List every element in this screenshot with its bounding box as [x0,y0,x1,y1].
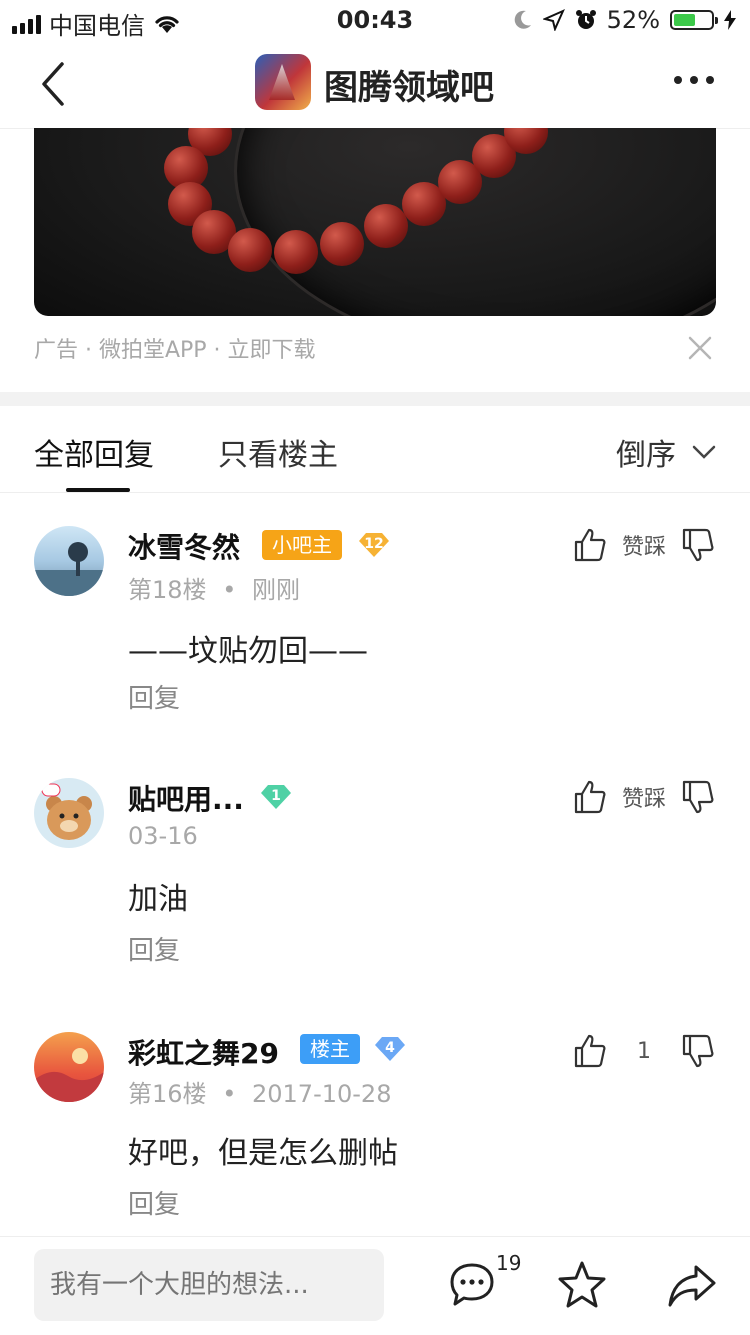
section-divider [0,392,750,406]
vote-label: 赞踩 [621,535,666,560]
avatar[interactable] [34,778,104,848]
charging-icon [724,10,736,30]
reply-input[interactable] [34,1249,384,1321]
reply-button[interactable]: 回复 [128,1184,180,1221]
vote-controls: 赞踩 [574,780,714,814]
sort-toggle[interactable]: 倒序 [616,430,716,474]
floor-number: 第16楼 [128,1080,207,1108]
comment-icon[interactable] [446,1259,498,1311]
battery-icon [670,10,718,30]
chevron-down-icon [692,445,716,459]
level-badge: 12 [358,532,390,558]
comment-count: 19 [496,1251,522,1275]
close-icon[interactable] [686,334,714,362]
sort-label: 倒序 [616,438,676,473]
moon-icon [514,10,531,29]
reply-content: ——坟贴勿回—— [128,634,368,669]
status-bar: 中国电信 00:43 52% [0,0,750,40]
thumbs-down-icon[interactable] [682,780,714,814]
moderator-badge: 小吧主 [262,530,342,560]
star-icon[interactable] [556,1259,608,1311]
more-options-icon[interactable] [674,76,714,84]
like-count: 1 [637,1038,651,1064]
ad-info[interactable]: 广告 · 微拍堂APP · 立即下载 [34,332,316,364]
thumbs-up-icon[interactable] [574,1034,606,1068]
active-tab-indicator [66,488,130,492]
username[interactable]: 冰雪冬然 [128,526,240,566]
avatar[interactable] [34,1032,104,1102]
nav-bar: 图腾领域吧 [0,40,750,129]
reply-meta: 03-16 [128,822,198,850]
reply-button[interactable]: 回复 [128,930,180,967]
battery-percent: 52% [606,6,660,34]
thumbs-up-icon[interactable] [574,780,606,814]
tab-all-replies[interactable]: 全部回复 [34,430,154,474]
ad-image[interactable] [34,128,716,316]
vote-label: 赞踩 [621,787,666,812]
op-badge: 楼主 [300,1034,360,1064]
level-badge: 1 [260,784,292,810]
alarm-icon [575,10,596,29]
level-badge: 4 [374,1036,406,1062]
forum-avatar[interactable] [255,54,311,110]
tab-only-op[interactable]: 只看楼主 [218,430,338,474]
reply-time: 03-16 [128,822,198,850]
reply-meta: 第18楼 • 刚刚 [128,576,300,604]
thumbs-down-icon[interactable] [682,528,714,562]
reply-time: 2017-10-28 [251,1080,392,1108]
reply-tabs: 全部回复 只看楼主 倒序 [0,406,750,493]
bottom-bar: 19 [0,1236,750,1335]
reply-time: 刚刚 [251,576,300,604]
back-arrow-icon[interactable] [30,56,86,112]
floor-number: 第18楼 [128,576,207,604]
thumbs-up-icon[interactable] [574,528,606,562]
avatar[interactable] [34,526,104,596]
username[interactable]: 贴吧用... [128,778,244,818]
share-icon[interactable] [666,1259,718,1311]
reply-button[interactable]: 回复 [128,678,180,715]
vote-controls: 赞踩 [574,528,714,562]
location-icon [542,9,565,31]
reply-meta: 第16楼 • 2017-10-28 [128,1080,392,1108]
forum-title[interactable]: 图腾领域吧 [324,60,494,109]
username[interactable]: 彩虹之舞29 [128,1032,279,1072]
vote-controls: 1 [574,1034,714,1068]
thumbs-down-icon[interactable] [682,1034,714,1068]
reply-content: 好吧，但是怎么删帖 [128,1136,398,1171]
reply-content: 加油 [128,882,188,917]
